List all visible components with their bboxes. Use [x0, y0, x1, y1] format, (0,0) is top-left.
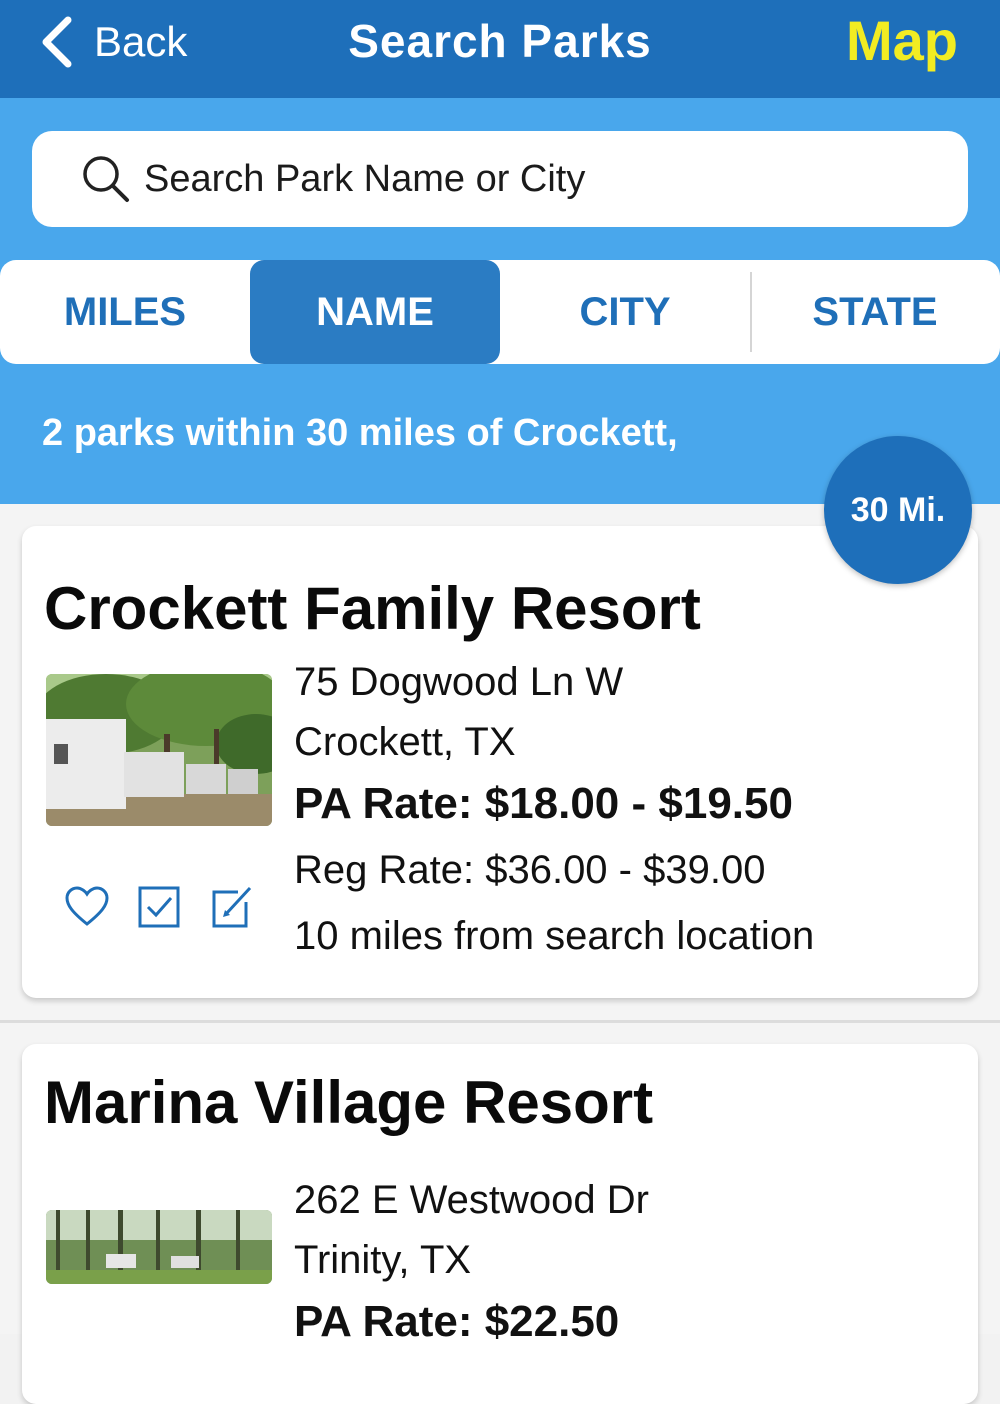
sort-tabs: MILES NAME CITY STATE [0, 260, 1000, 364]
tab-state[interactable]: STATE [750, 260, 1000, 364]
park-city: Trinity, TX [294, 1238, 472, 1282]
park-details: 75 Dogwood Ln W Crockett, TX PA Rate: $1… [294, 652, 814, 966]
park-details: 262 E Westwood Dr Trinity, TX PA Rate: $… [294, 1170, 649, 1354]
card-divider [0, 1020, 1000, 1023]
search-input[interactable] [142, 156, 922, 202]
radius-badge[interactable]: 30 Mi. [824, 436, 972, 584]
park-address: 262 E Westwood Dr [294, 1178, 649, 1222]
tab-city[interactable]: CITY [500, 260, 750, 364]
park-distance: 10 miles from search location [294, 914, 815, 958]
map-button[interactable]: Map [846, 8, 958, 73]
checkbox-icon[interactable] [136, 884, 182, 930]
park-list: Crockett Family Resort 75 Dogwood Ln W C… [0, 504, 1000, 1404]
sort-tabs-band: MILES NAME CITY STATE [0, 258, 1000, 366]
edit-icon[interactable] [208, 884, 254, 930]
search-band [0, 98, 1000, 263]
pa-rate: PA Rate: $22.50 [294, 1297, 620, 1346]
tab-divider [750, 272, 752, 352]
park-city: Crockett, TX [294, 720, 516, 764]
park-card[interactable]: Marina Village Resort 262 E Westwood Dr … [22, 1044, 978, 1404]
pa-rate: PA Rate: $18.00 - $19.50 [294, 779, 793, 828]
heart-icon[interactable] [64, 884, 110, 930]
reg-rate: Reg Rate: $36.00 - $39.00 [294, 848, 766, 892]
park-address: 75 Dogwood Ln W [294, 660, 624, 704]
park-name: Marina Village Resort [44, 1069, 654, 1136]
results-summary: 2 parks within 30 miles of Crockett, [42, 412, 678, 454]
nav-bar: Back Search Parks Map [0, 0, 1000, 98]
search-box[interactable] [32, 131, 968, 227]
tab-miles[interactable]: MILES [0, 260, 250, 364]
park-name: Crockett Family Resort [44, 575, 701, 642]
park-photo [46, 1210, 272, 1284]
tab-name[interactable]: NAME [250, 260, 500, 364]
park-actions [64, 884, 254, 930]
park-card[interactable]: Crockett Family Resort 75 Dogwood Ln W C… [22, 526, 978, 998]
park-photo [46, 674, 272, 826]
search-icon [83, 156, 129, 202]
